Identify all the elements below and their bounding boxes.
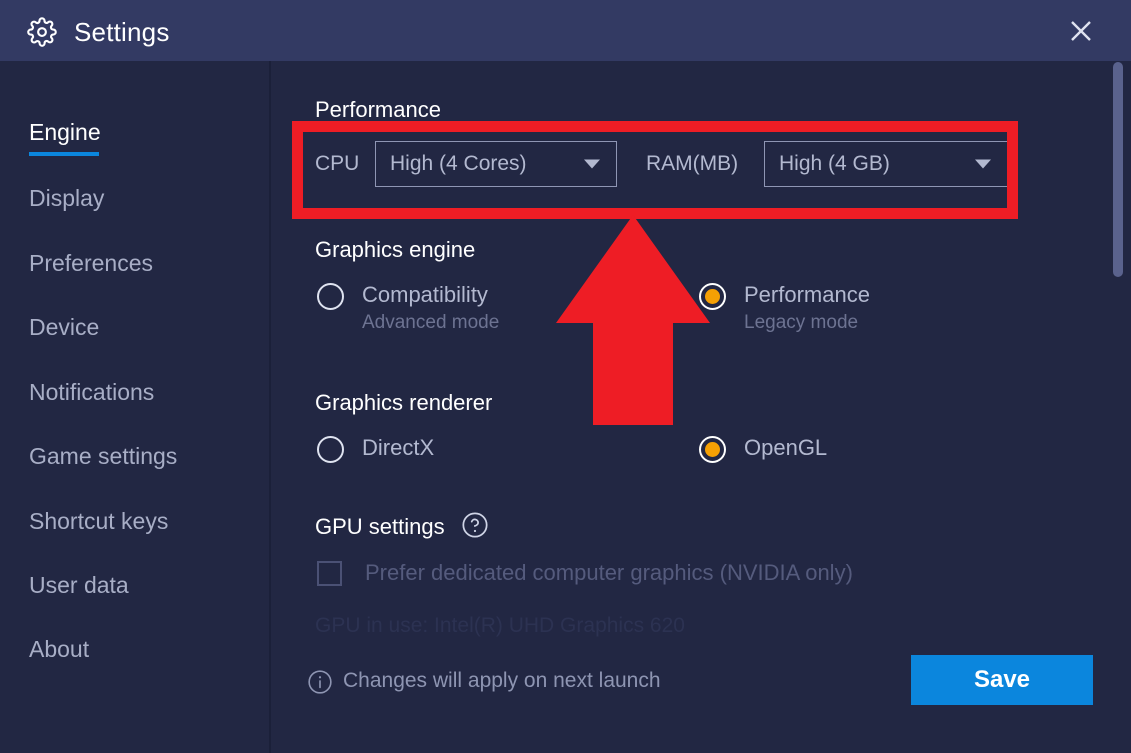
radio-compatibility-sublabel: Advanced mode xyxy=(362,312,500,333)
sidebar-item-notifications[interactable]: Notifications xyxy=(29,378,154,406)
graphics-engine-section-title: Graphics engine xyxy=(315,237,476,262)
sidebar-item-about[interactable]: About xyxy=(29,635,89,663)
sidebar-item-device[interactable]: Device xyxy=(29,313,99,341)
cpu-dropdown[interactable]: High (4 Cores) xyxy=(375,141,617,187)
ram-dropdown[interactable]: High (4 GB) xyxy=(764,141,1008,187)
sidebar-item-shortcut-keys[interactable]: Shortcut keys xyxy=(29,507,168,535)
chevron-down-icon xyxy=(584,159,600,169)
title-bar: Settings xyxy=(0,0,1131,61)
graphics-renderer-section-title: Graphics renderer xyxy=(315,390,493,415)
question-mark-circle-icon[interactable] xyxy=(461,511,489,544)
save-button[interactable]: Save xyxy=(911,655,1093,705)
sidebar: Engine Display Preferences Device Notifi… xyxy=(0,61,269,753)
sidebar-item-user-data[interactable]: User data xyxy=(29,571,129,599)
window-title: Settings xyxy=(74,17,170,47)
radio-compatibility-label: Compatibility xyxy=(362,282,488,307)
ram-dropdown-value: High (4 GB) xyxy=(779,152,890,175)
gpu-in-use-text: GPU in use: Intel(R) UHD Graphics 620 xyxy=(315,614,685,637)
checkbox-icon xyxy=(317,561,342,586)
cpu-dropdown-value: High (4 Cores) xyxy=(390,152,527,175)
changes-apply-note: Changes will apply on next launch xyxy=(343,669,661,692)
sidebar-active-indicator xyxy=(29,152,99,156)
close-icon xyxy=(1067,17,1095,45)
scrollbar-thumb[interactable] xyxy=(1113,62,1123,277)
radio-circle-selected-icon xyxy=(699,436,726,463)
sidebar-item-display[interactable]: Display xyxy=(29,184,104,212)
radio-circle-icon xyxy=(317,283,344,310)
info-circle-icon xyxy=(307,669,333,700)
performance-section-title: Performance xyxy=(315,97,441,122)
sidebar-item-game-settings[interactable]: Game settings xyxy=(29,442,177,470)
radio-performance-label: Performance xyxy=(744,282,870,307)
sidebar-item-engine[interactable]: Engine xyxy=(29,118,101,146)
gpu-settings-section-title: GPU settings xyxy=(315,514,445,539)
close-button[interactable] xyxy=(1055,8,1107,53)
sidebar-item-preferences[interactable]: Preferences xyxy=(29,249,153,277)
cpu-label: CPU xyxy=(315,152,360,175)
radio-directx-label: DirectX xyxy=(362,435,435,460)
radio-circle-selected-icon xyxy=(699,283,726,310)
radio-circle-icon xyxy=(317,436,344,463)
gear-icon xyxy=(27,17,57,47)
ram-label: RAM(MB) xyxy=(646,152,739,175)
settings-window: Settings Engine Display Preferences Devi… xyxy=(0,0,1131,753)
prefer-dedicated-graphics-label: Prefer dedicated computer graphics (NVID… xyxy=(365,560,853,585)
settings-content: Performance CPU High (4 Cores) RAM(MB) H… xyxy=(271,61,1131,753)
chevron-down-icon xyxy=(975,159,991,169)
radio-opengl-label: OpenGL xyxy=(744,435,828,460)
radio-performance-sublabel: Legacy mode xyxy=(744,312,859,333)
